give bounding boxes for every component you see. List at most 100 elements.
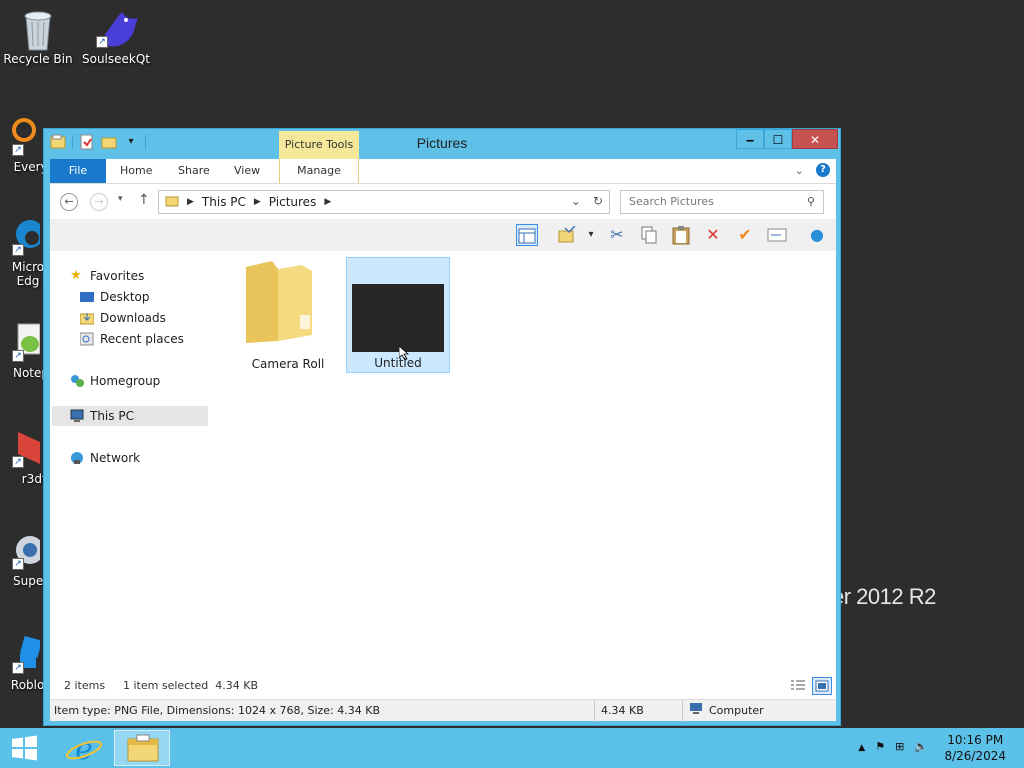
shortcut-arrow-icon: ↗ [12,244,24,256]
paste-icon[interactable] [670,224,692,246]
desktop-icon-recycle-bin[interactable]: Recycle Bin [0,8,76,66]
nav-item-network[interactable]: Network [70,449,140,467]
nav-item-label: This PC [90,409,134,423]
item-size: 4.34 KB [594,700,644,722]
volume-muted-icon[interactable]: 🔈 [914,740,928,756]
chat-bubble-icon[interactable]: ● [806,224,828,246]
file-item-untitled[interactable]: Untitled [346,257,450,373]
window-title: Pictures [416,135,468,151]
folder-icon [242,257,334,350]
help-icon[interactable]: ? [816,163,830,177]
checkmark-icon[interactable]: ✔ [734,224,756,246]
cut-icon[interactable]: ✂ [606,224,628,246]
taskbar-internet-explorer[interactable]: e [56,730,112,767]
minimize-button[interactable]: ‒ [736,129,764,149]
status-row: 2 items 1 item selected 4.34 KB [50,675,836,697]
search-icon[interactable]: ⚲ [807,191,815,213]
breadcrumb-separator-icon[interactable]: ▶ [324,197,331,207]
navigation-pane: ★ Favorites Desktop Downloads Recent pla… [50,251,208,699]
image-thumbnail [352,284,444,352]
tab-view[interactable]: View [220,159,274,183]
forward-button[interactable]: → [90,193,108,211]
large-icons-view-icon[interactable] [812,677,832,695]
taskbar-file-explorer[interactable] [114,730,170,766]
address-bar[interactable]: ▶ This PC ▶ Pictures ▶ ⌄ ↻ [158,190,610,214]
everything-search-icon: ↗ [0,116,40,156]
search-input[interactable]: Search Pictures ⚲ [620,190,824,214]
nav-item-homegroup[interactable]: Homegroup [70,372,160,390]
up-arrow-icon[interactable]: ↑ [138,192,150,208]
windows-logo-icon [12,735,37,761]
breadcrumb-pictures[interactable]: Pictures [269,195,317,209]
roblox-icon: ↗ [0,634,43,674]
nav-item-label: Homegroup [90,374,161,388]
clock[interactable]: 10:16 PM 8/26/2024 [944,732,1006,764]
delete-icon[interactable]: ✕ [702,224,724,246]
ribbon-tabs: File Home Share View Manage ⌄ ? [50,159,836,183]
desktop-icon-soulseekqt[interactable]: ↗ SoulseekQt [78,8,154,66]
refresh-icon[interactable]: ↻ [593,194,603,208]
internet-explorer-icon: e [65,732,103,767]
address-row: ← → ▾ ↑ ▶ This PC ▶ Pictures ▶ ⌄ ↻ Searc… [50,183,836,219]
preview-pane-icon[interactable] [516,224,538,246]
breadcrumb-this-pc[interactable]: This PC [202,195,246,209]
homegroup-icon [70,374,84,388]
file-name: Untitled [374,356,422,370]
nav-item-desktop[interactable]: Desktop [80,288,150,306]
title-bar[interactable]: ▾ Picture Tools Pictures ‒ ☐ ✕ [44,129,840,159]
content-area: ★ Favorites Desktop Downloads Recent pla… [50,251,836,699]
location-folder-icon [165,194,179,211]
soulseek-bird-icon: ↗ [96,8,138,48]
recent-places-icon [79,332,94,346]
nav-item-label: Downloads [100,311,166,325]
notepad-plus-icon: ↗ [0,322,41,362]
file-explorer-icon [127,734,159,762]
nav-item-downloads[interactable]: Downloads [79,309,166,327]
shortcut-arrow-icon: ↗ [12,144,24,156]
edge-icon: ↗ [0,216,44,256]
computer-icon [689,700,703,722]
expand-ribbon-icon[interactable]: ⌄ [795,164,804,177]
tab-manage[interactable]: Manage [279,159,359,183]
close-button[interactable]: ✕ [792,129,838,149]
clock-time: 10:16 PM [947,733,1004,747]
selection-info: 1 item selected 4.34 KB [123,679,259,692]
star-icon: ★ [70,268,82,283]
breadcrumb-separator-icon[interactable]: ▶ [187,197,194,207]
select-folder-icon[interactable] [556,224,578,246]
maximize-button[interactable]: ☐ [764,129,792,149]
supermium-browser-icon: ↗ [0,530,44,570]
shortcut-arrow-icon: ↗ [12,456,24,468]
nav-item-label: Favorites [90,269,145,283]
breadcrumb-separator-icon[interactable]: ▶ [254,197,261,207]
explorer-window[interactable]: ▾ Picture Tools Pictures ‒ ☐ ✕ File Home… [43,128,841,726]
nav-item-label: Desktop [100,290,150,304]
zone-info: Computer [682,700,764,722]
item-details: Item type: PNG File, Dimensions: 1024 x … [54,704,381,717]
action-center-flag-icon[interactable]: ⚑ [875,740,885,756]
ribbon-right-controls: ⌄ ? [795,163,830,177]
nav-item-label: Network [90,451,141,465]
recent-locations-icon[interactable]: ▾ [118,194,123,204]
svg-text:e: e [75,732,93,766]
desktop-icon-label: Micro Edg [11,260,45,288]
back-button[interactable]: ← [60,193,78,211]
details-view-icon[interactable] [788,677,808,695]
nav-item-this-pc[interactable]: This PC [70,407,134,425]
nav-item-recent-places[interactable]: Recent places [79,330,184,348]
network-status-icon[interactable]: ⊞ [895,740,904,756]
desktop-folder-icon [80,290,94,304]
tab-home[interactable]: Home [106,159,166,183]
copy-icon[interactable] [638,224,660,246]
file-item-camera-roll[interactable]: Camera Roll [236,257,340,373]
dropdown-chevron-icon[interactable]: ▾ [580,224,602,246]
nav-item-favorites[interactable]: ★ Favorites [70,267,144,285]
start-button[interactable] [4,734,44,762]
rename-icon[interactable] [766,224,788,246]
tab-file[interactable]: File [50,159,106,183]
system-tray: ▲ ⚑ ⊞ 🔈 [858,740,928,756]
details-bar: Item type: PNG File, Dimensions: 1024 x … [50,699,836,722]
tab-share[interactable]: Share [164,159,224,183]
show-hidden-icons-icon[interactable]: ▲ [858,740,865,756]
address-history-chevron-icon[interactable]: ⌄ [571,194,581,208]
